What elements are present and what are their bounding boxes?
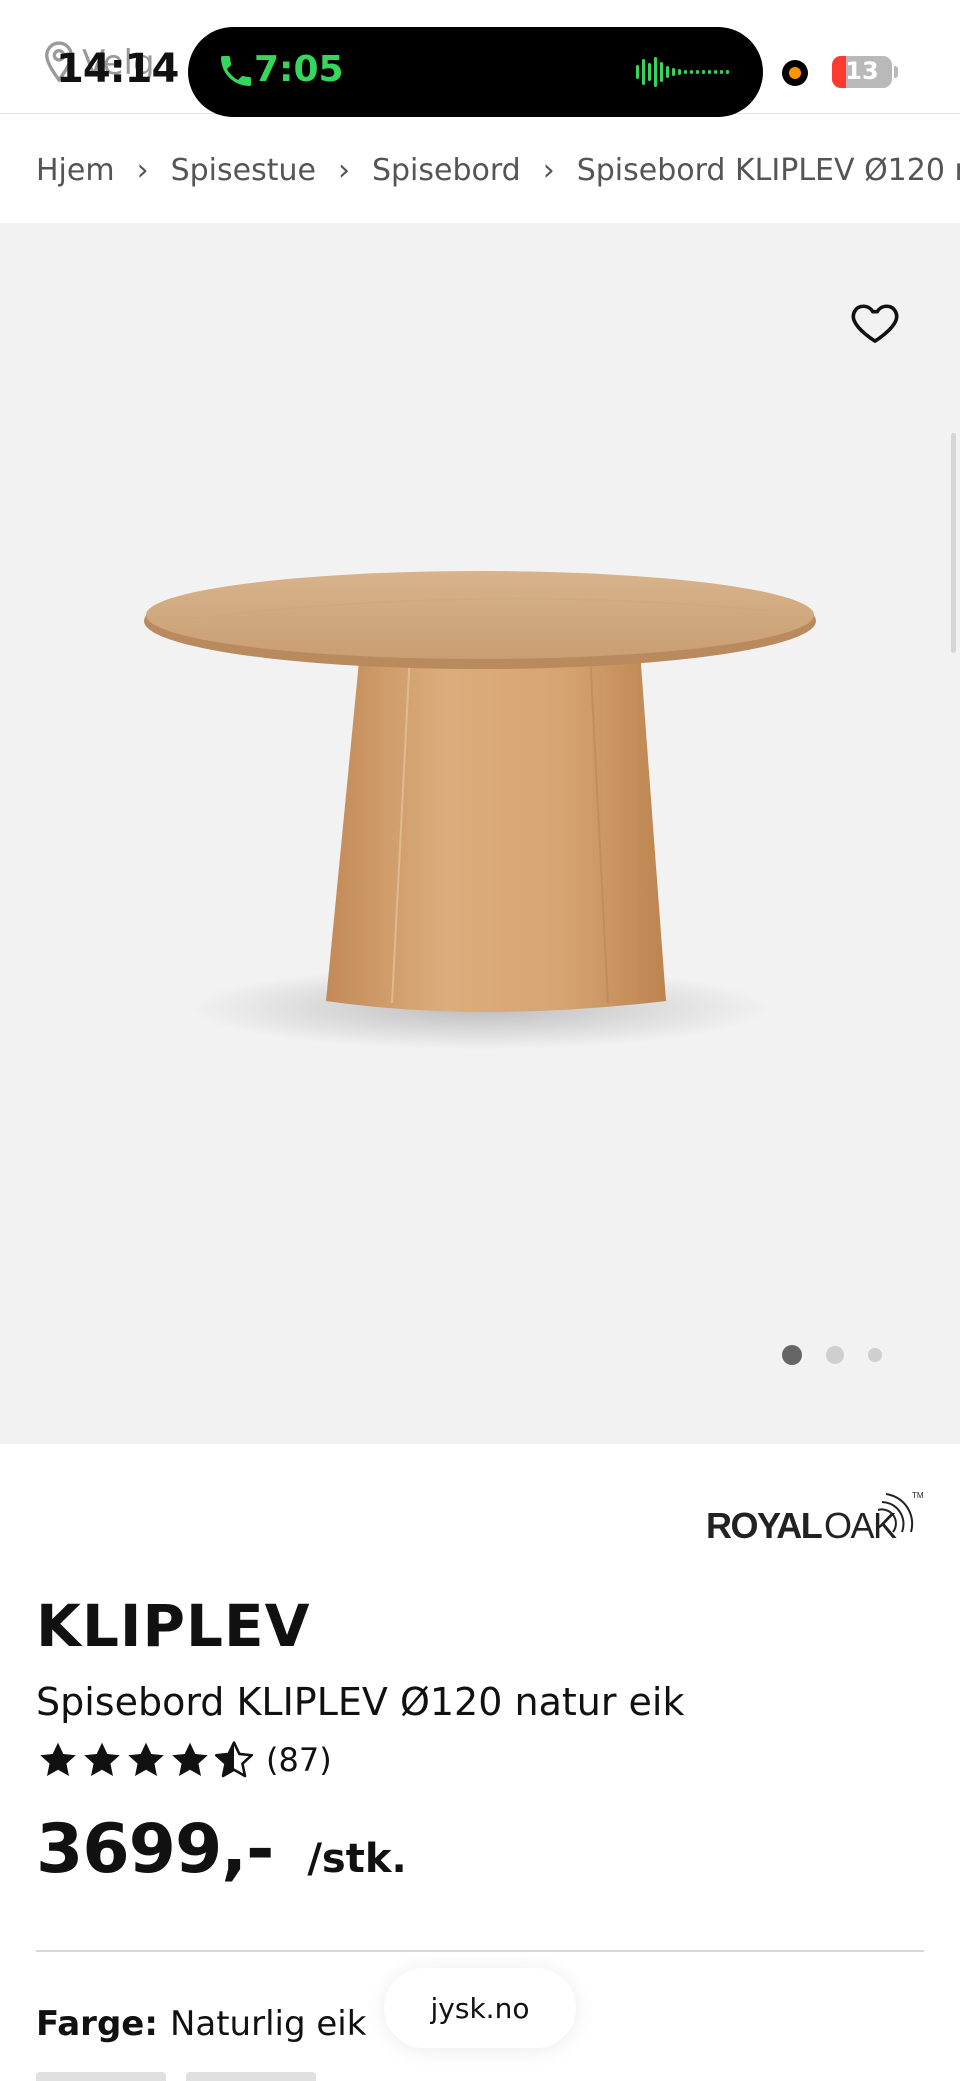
breadcrumb-item-dining-tables[interactable]: Spisebord	[372, 153, 521, 188]
color-selector-label: Farge: Naturlig eik	[36, 2004, 366, 2044]
price-unit: /stk.	[307, 1836, 407, 1882]
status-clock: 14:14	[56, 46, 179, 92]
product-image	[144, 571, 816, 1050]
call-duration: 7:05	[254, 49, 344, 90]
svg-text:OAK: OAK	[824, 1505, 897, 1546]
favorite-button[interactable]	[848, 295, 902, 349]
gallery-dot-2[interactable]	[826, 1346, 844, 1364]
breadcrumb-item-current: Spisebord KLIPLEV Ø120 nat	[576, 152, 960, 188]
browser-url-pill[interactable]: jysk.no	[384, 1968, 576, 2048]
gallery-dot-3[interactable]	[868, 1348, 882, 1362]
recording-indicator-icon	[782, 60, 808, 86]
breadcrumb-item-home[interactable]: Hjem	[36, 153, 115, 188]
color-swatch-2[interactable]	[186, 2072, 316, 2081]
product-rating[interactable]: (87)	[36, 1738, 332, 1782]
phone-icon	[221, 56, 251, 86]
star-full-icon	[40, 1742, 76, 1776]
chevron-right-icon: ›	[136, 152, 149, 188]
star-full-icon	[128, 1742, 164, 1776]
product-image-gallery[interactable]	[0, 223, 960, 1444]
audio-waveform-icon	[636, 57, 729, 87]
product-name: KLIPLEV	[36, 1592, 311, 1660]
svg-text:TM: TM	[912, 1491, 924, 1500]
battery-tip	[894, 66, 898, 78]
product-price: 3699,-	[36, 1810, 274, 1889]
color-label: Farge:	[36, 2004, 158, 2044]
battery-icon: 13	[832, 56, 892, 88]
scrollbar[interactable]	[951, 433, 956, 653]
divider	[36, 1950, 924, 1952]
price-row: 3699,- /stk.	[36, 1810, 407, 1889]
rating-count: (87)	[266, 1741, 332, 1779]
heart-icon	[851, 304, 899, 343]
star-full-icon	[172, 1742, 208, 1776]
star-half-icon	[214, 1741, 254, 1778]
svg-text:ROYAL: ROYAL	[706, 1505, 822, 1546]
brand-logo: ROYAL OAK TM	[706, 1491, 924, 1546]
chevron-right-icon: ›	[337, 152, 350, 188]
product-subtitle: Spisebord KLIPLEV Ø120 natur eik	[36, 1680, 685, 1724]
breadcrumb: Hjem › Spisestue › Spisebord › Spisebord…	[36, 140, 960, 200]
breadcrumb-item-dining-room[interactable]: Spisestue	[171, 153, 316, 188]
color-swatch-1[interactable]	[36, 2072, 166, 2081]
color-value: Naturlig eik	[169, 2004, 367, 2044]
star-full-icon	[84, 1742, 120, 1776]
active-call-pill[interactable]: 7:05	[188, 27, 763, 117]
battery-level: 13	[845, 57, 879, 85]
gallery-pagination	[782, 1345, 906, 1365]
gallery-dot-1[interactable]	[782, 1345, 802, 1365]
status-bar: Velg 14:14 7:05 13	[0, 0, 960, 117]
chevron-right-icon: ›	[542, 152, 555, 188]
